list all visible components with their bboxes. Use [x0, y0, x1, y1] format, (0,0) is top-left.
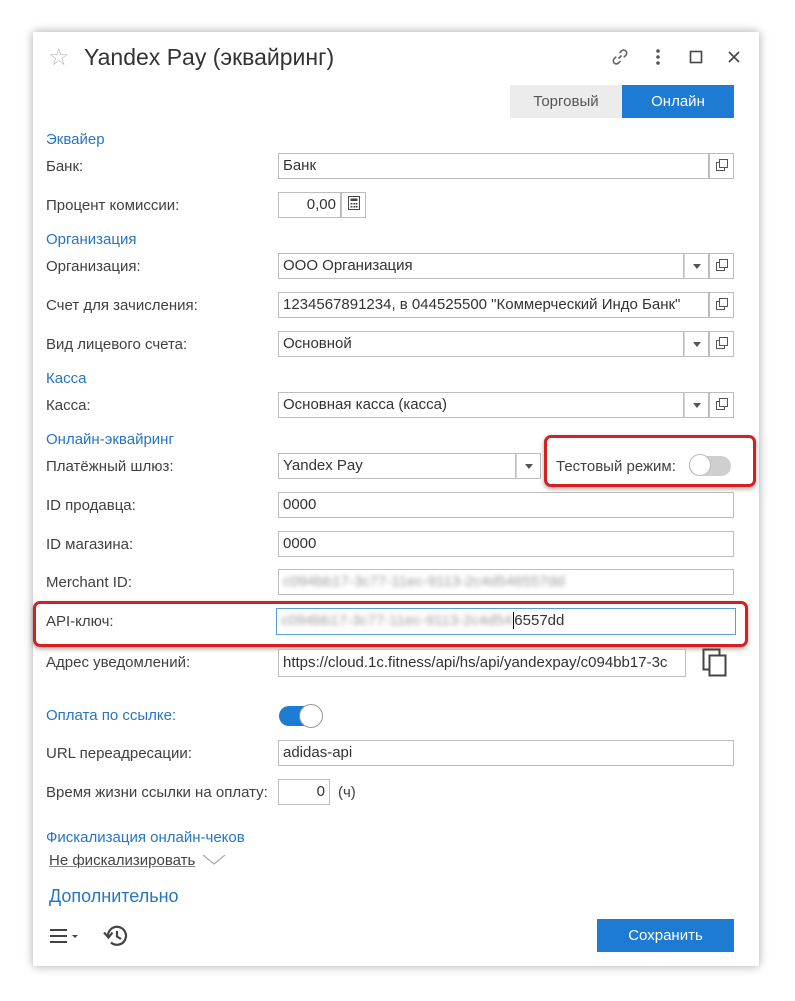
- gateway-field[interactable]: Yandex Pay: [278, 453, 516, 479]
- gateway-label: Платёжный шлюз:: [46, 458, 174, 475]
- star-icon[interactable]: ☆: [48, 46, 70, 70]
- section-online-acquiring: Онлайн-эквайринг: [46, 431, 174, 448]
- section-fiscalization: Фискализация онлайн-чеков: [46, 829, 245, 846]
- test-mode-label: Тестовый режим:: [556, 458, 676, 475]
- commission-label: Процент комиссии:: [46, 197, 180, 214]
- calculator-icon: [347, 196, 360, 214]
- open-account-button[interactable]: [709, 292, 734, 318]
- fiscalization-mode-value: Не фискализировать: [49, 852, 196, 869]
- cashbox-label: Касса:: [46, 397, 91, 414]
- merchant-id-field[interactable]: c094bb17-3c77-11ec-9113-2c4d546557dd: [278, 569, 734, 595]
- section-organization: Организация: [46, 231, 137, 248]
- maximize-icon[interactable]: [685, 46, 707, 68]
- shop-id-label: ID магазина:: [46, 536, 134, 553]
- chevron-down-icon: [202, 853, 226, 870]
- open-icon: [715, 336, 728, 353]
- redirect-url-label: URL переадресации:: [46, 745, 192, 762]
- api-key-label: API-ключ:: [46, 613, 114, 630]
- merchant-id-value: c094bb17-3c77-11ec-9113-2c4d546557dd: [283, 573, 565, 590]
- open-bank-button[interactable]: [709, 153, 734, 179]
- seller-id-field[interactable]: 0000: [278, 492, 734, 518]
- merchant-id-label: Merchant ID:: [46, 574, 132, 591]
- section-cashbox: Касса: [46, 370, 87, 387]
- open-organization-button[interactable]: [709, 253, 734, 279]
- organization-label: Организация:: [46, 258, 141, 275]
- more-icon[interactable]: [647, 46, 669, 68]
- gateway-dropdown-button[interactable]: [516, 453, 541, 479]
- notify-url-label: Адрес уведомлений:: [46, 654, 191, 671]
- shop-id-field[interactable]: 0000: [278, 531, 734, 557]
- tab-trade[interactable]: Торговый: [510, 85, 622, 118]
- api-key-value-hidden: c094bb17-3c77-11ec-9113-2c4d54: [281, 612, 513, 629]
- commission-field[interactable]: 0,00: [278, 192, 341, 218]
- api-key-field[interactable]: c094bb17-3c77-11ec-9113-2c4d54 6557dd: [276, 608, 736, 635]
- bank-field[interactable]: Банк: [278, 153, 709, 179]
- section-acquirer: Эквайер: [46, 131, 105, 148]
- bank-label: Банк:: [46, 158, 84, 175]
- link-lifetime-label: Время жизни ссылки на оплату:: [46, 784, 268, 801]
- cashbox-field[interactable]: Основная касса (касса): [278, 392, 684, 418]
- chevron-down-icon: [692, 263, 701, 269]
- organization-dropdown-button[interactable]: [684, 253, 709, 279]
- tab-online[interactable]: Онлайн: [622, 85, 734, 118]
- menu-icon[interactable]: [49, 924, 83, 948]
- chevron-down-icon: [692, 402, 701, 408]
- api-key-value-visible: 6557dd: [513, 612, 565, 629]
- seller-id-label: ID продавца:: [46, 497, 136, 514]
- open-cashbox-button[interactable]: [709, 392, 734, 418]
- open-icon: [715, 397, 728, 414]
- toggle-knob: [689, 454, 711, 476]
- link-icon[interactable]: [609, 46, 631, 68]
- save-button[interactable]: Сохранить: [597, 919, 734, 952]
- test-mode-toggle[interactable]: [689, 454, 731, 476]
- section-pay-by-link: Оплата по ссылке:: [46, 707, 177, 724]
- toggle-knob: [299, 704, 323, 728]
- copy-icon[interactable]: [702, 648, 730, 678]
- link-lifetime-unit: (ч): [338, 784, 356, 801]
- open-icon: [715, 158, 728, 175]
- additional-link[interactable]: Дополнительно: [49, 886, 179, 907]
- notify-url-field[interactable]: https://cloud.1c.fitness/api/hs/api/yand…: [278, 649, 686, 677]
- redirect-url-field[interactable]: adidas-api: [278, 740, 734, 766]
- pay-by-link-toggle[interactable]: [279, 704, 323, 728]
- form-window: ☆ Yandex Pay (эквайринг) Торговый Онлайн…: [33, 32, 759, 966]
- history-icon[interactable]: [102, 923, 130, 949]
- personal-account-type-dropdown-button[interactable]: [684, 331, 709, 357]
- personal-account-type-label: Вид лицевого счета:: [46, 336, 188, 353]
- link-lifetime-field[interactable]: 0: [278, 779, 330, 805]
- open-icon: [715, 297, 728, 314]
- account-label: Счет для зачисления:: [46, 297, 198, 314]
- personal-account-type-field[interactable]: Основной: [278, 331, 684, 357]
- chevron-down-icon: [692, 341, 701, 347]
- cashbox-dropdown-button[interactable]: [684, 392, 709, 418]
- open-personal-account-type-button[interactable]: [709, 331, 734, 357]
- organization-field[interactable]: ООО Организация: [278, 253, 684, 279]
- fiscalization-mode-select[interactable]: Не фискализировать: [49, 852, 226, 870]
- open-icon: [715, 258, 728, 275]
- close-icon[interactable]: [723, 46, 745, 68]
- window-title: Yandex Pay (эквайринг): [84, 44, 335, 70]
- account-field[interactable]: 1234567891234, в 044525500 "Коммерческий…: [278, 292, 709, 318]
- calculator-button[interactable]: [341, 192, 366, 218]
- chevron-down-icon: [524, 463, 533, 469]
